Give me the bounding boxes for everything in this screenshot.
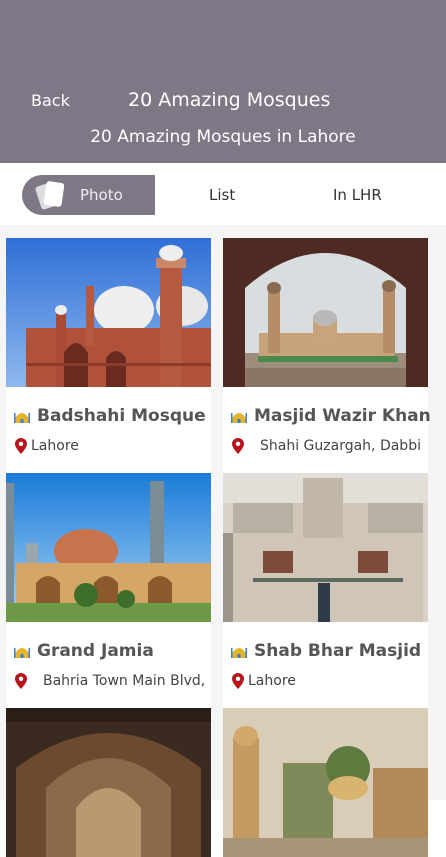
place-photo[interactable] xyxy=(223,473,428,622)
cards-icon xyxy=(34,180,65,211)
place-location: Shahi Guzargah, Dabbi xyxy=(260,438,421,454)
location-pin-icon xyxy=(15,438,27,454)
place-name: Shab Bhar Masjid xyxy=(254,641,422,661)
location-pin-icon xyxy=(232,438,244,454)
mosque-icon xyxy=(14,648,30,658)
place-card[interactable]: Shab Bhar Masjid Lahore xyxy=(223,473,428,709)
place-name: Badshahi Mosque xyxy=(37,406,206,426)
place-card[interactable] xyxy=(223,708,428,857)
place-photo[interactable] xyxy=(6,473,211,622)
view-tabs: Photo List In LHR xyxy=(0,163,446,225)
place-location: Lahore xyxy=(31,438,79,454)
location-pin-icon xyxy=(15,673,27,689)
place-name: Grand Jamia xyxy=(37,641,154,661)
mosque-icon xyxy=(231,413,247,423)
mosque-icon xyxy=(14,413,30,423)
tab-list[interactable]: List xyxy=(209,175,235,215)
place-info: Shab Bhar Masjid Lahore xyxy=(223,622,428,709)
place-location: Bahria Town Main Blvd, xyxy=(43,673,206,689)
place-info: Badshahi Mosque Lahore xyxy=(6,387,211,474)
place-location: Lahore xyxy=(248,673,296,689)
place-name: Masjid Wazir Khan xyxy=(254,406,431,426)
place-card[interactable]: Masjid Wazir Khan Shahi Guzargah, Dabbi xyxy=(223,238,431,474)
location-pin-icon xyxy=(232,673,244,689)
page-subtitle: 20 Amazing Mosques in Lahore xyxy=(90,127,356,147)
place-photo[interactable] xyxy=(6,708,211,857)
tab-photo[interactable]: Photo xyxy=(22,175,155,215)
place-card[interactable] xyxy=(6,708,211,857)
place-card[interactable]: Badshahi Mosque Lahore xyxy=(6,238,211,474)
place-card[interactable]: Grand Jamia Bahria Town Main Blvd, xyxy=(6,473,211,709)
app-header: Back 20 Amazing Mosques 20 Amazing Mosqu… xyxy=(0,0,446,163)
mosque-grid: Badshahi Mosque Lahore Masjid Wazir Khan… xyxy=(0,225,446,857)
place-photo[interactable] xyxy=(6,238,211,387)
place-photo[interactable] xyxy=(223,708,428,857)
tab-in-lhr[interactable]: In LHR xyxy=(333,175,382,215)
back-button[interactable]: Back xyxy=(31,91,70,110)
mosque-icon xyxy=(231,648,247,658)
place-info: Masjid Wazir Khan Shahi Guzargah, Dabbi xyxy=(223,387,431,474)
page-title: 20 Amazing Mosques xyxy=(128,89,331,111)
tab-photo-label: Photo xyxy=(80,186,123,204)
place-info: Grand Jamia Bahria Town Main Blvd, xyxy=(6,622,211,709)
place-photo[interactable] xyxy=(223,238,428,387)
